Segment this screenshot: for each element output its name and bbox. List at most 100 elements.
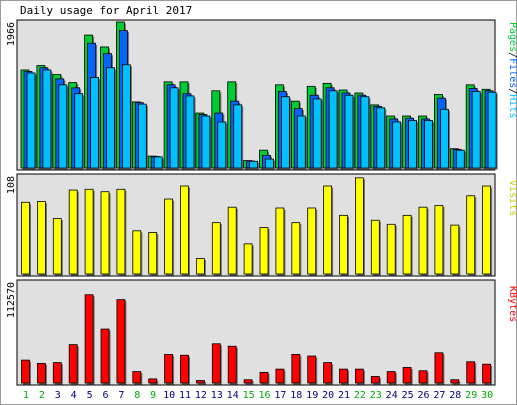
day-label-23: 23 (370, 390, 382, 401)
webalizer-daily-usage-chart: Daily usage for April 2017 1966 Pages/Fi… (0, 0, 517, 405)
bar-visits-day-21 (339, 214, 348, 275)
bar-hits-day-22 (360, 96, 370, 169)
bar-hits-day-14 (233, 104, 243, 169)
bar-visits-day-4 (68, 189, 78, 275)
ylabel-hits: Hits (507, 94, 517, 118)
bar-kbytes-day-25 (402, 367, 412, 384)
bar-visits-day-30 (482, 185, 492, 275)
day-label-21: 21 (338, 390, 350, 401)
bar-hits-day-28 (455, 149, 465, 169)
day-label-5: 5 (87, 390, 93, 401)
bar-kbytes-day-27 (434, 352, 444, 384)
bar-hits-day-23 (376, 107, 386, 169)
day-label-3: 3 (55, 390, 61, 401)
bar-kbytes-day-26 (418, 370, 428, 384)
bar-visits-day-28 (450, 224, 460, 275)
panel-hits-ymax: 1966 (6, 22, 17, 46)
day-label-17: 17 (274, 390, 286, 401)
bar-kbytes-day-24 (386, 371, 396, 384)
day-label-15: 15 (243, 390, 255, 401)
day-label-6: 6 (102, 390, 108, 401)
day-label-2: 2 (39, 390, 45, 401)
day-label-12: 12 (195, 390, 207, 401)
bar-kbytes-day-3 (52, 362, 62, 384)
bar-visits-day-11 (180, 185, 189, 275)
day-label-29: 29 (465, 390, 477, 401)
day-label-30: 30 (481, 390, 493, 401)
bar-kbytes-day-23 (370, 376, 380, 384)
bar-hits-day-7 (122, 64, 131, 169)
bar-visits-day-8 (132, 230, 142, 275)
day-label-28: 28 (449, 390, 461, 401)
bar-kbytes-day-22 (354, 368, 364, 384)
bar-visits-day-3 (52, 218, 62, 275)
bar-hits-day-1 (26, 72, 36, 169)
chart-title: Daily usage for April 2017 (20, 4, 192, 17)
bar-hits-day-20 (328, 90, 338, 169)
bar-kbytes-day-29 (466, 361, 476, 384)
bar-visits-day-22 (354, 177, 364, 275)
panel-visits: 108 Visits (6, 173, 517, 277)
bar-kbytes-day-4 (68, 344, 78, 384)
bar-visits-day-18 (291, 222, 301, 275)
bar-hits-day-5 (90, 76, 99, 169)
bar-hits-day-29 (471, 91, 481, 169)
day-label-27: 27 (433, 390, 445, 401)
bar-hits-day-10 (169, 87, 179, 169)
panel-visits-ymax: 108 (6, 176, 17, 194)
bar-kbytes-day-18 (291, 353, 301, 384)
bar-kbytes-day-14 (227, 345, 237, 384)
bar-visits-day-15 (243, 243, 253, 275)
bar-kbytes-day-12 (195, 380, 205, 384)
bar-visits-day-5 (84, 188, 94, 275)
day-label-9: 9 (150, 390, 156, 401)
bar-kbytes-day-16 (259, 371, 269, 384)
bar-visits-day-14 (227, 206, 237, 275)
bar-kbytes-day-13 (211, 343, 221, 384)
bar-hits-day-25 (408, 120, 418, 169)
bar-visits-day-19 (307, 207, 317, 275)
bar-hits-day-18 (296, 115, 306, 169)
panel-hits-ylabel: Pages/Files/Hits (507, 22, 517, 118)
bar-kbytes-day-5 (84, 294, 94, 384)
bar-kbytes-day-1 (21, 359, 30, 384)
bar-hits-day-12 (201, 115, 211, 169)
bar-hits-day-30 (487, 91, 497, 169)
day-label-11: 11 (179, 390, 191, 401)
bar-visits-day-20 (323, 185, 333, 275)
bar-hits-day-6 (106, 67, 115, 169)
bar-visits-day-26 (418, 206, 428, 275)
bar-hits-day-17 (280, 96, 290, 169)
bar-hits-day-16 (265, 158, 274, 169)
bar-visits-day-24 (386, 223, 396, 275)
bar-hits-day-24 (392, 121, 402, 169)
day-label-4: 4 (71, 390, 77, 401)
bar-visits-day-6 (100, 191, 110, 275)
panel-visits-ylabel: Visits (507, 180, 517, 216)
bar-kbytes-day-7 (116, 299, 126, 384)
bar-kbytes-day-19 (307, 355, 317, 384)
bar-kbytes-day-15 (243, 379, 253, 384)
bar-visits-day-23 (370, 219, 380, 275)
bar-kbytes-day-20 (323, 362, 333, 384)
bar-visits-day-16 (259, 227, 269, 275)
bar-hits-day-2 (42, 69, 52, 169)
day-label-25: 25 (402, 390, 414, 401)
bar-visits-day-13 (211, 222, 221, 275)
bar-kbytes-day-21 (339, 368, 348, 384)
bar-kbytes-day-8 (132, 371, 142, 384)
bar-visits-day-27 (434, 205, 444, 275)
bar-kbytes-day-10 (164, 353, 174, 384)
panel-kbytes: 112570 KBytes (6, 279, 517, 386)
bar-hits-day-8 (137, 103, 147, 169)
bar-visits-day-12 (195, 258, 205, 275)
bar-kbytes-day-2 (37, 362, 46, 384)
bar-visits-day-10 (164, 198, 174, 275)
bar-hits-day-9 (153, 156, 163, 169)
bar-visits-day-2 (37, 201, 46, 275)
bar-hits-day-11 (185, 95, 195, 169)
day-label-7: 7 (118, 390, 124, 401)
bar-kbytes-day-9 (148, 378, 158, 384)
day-label-10: 10 (163, 390, 175, 401)
panel-kbytes-ylabel: KBytes (507, 286, 517, 322)
